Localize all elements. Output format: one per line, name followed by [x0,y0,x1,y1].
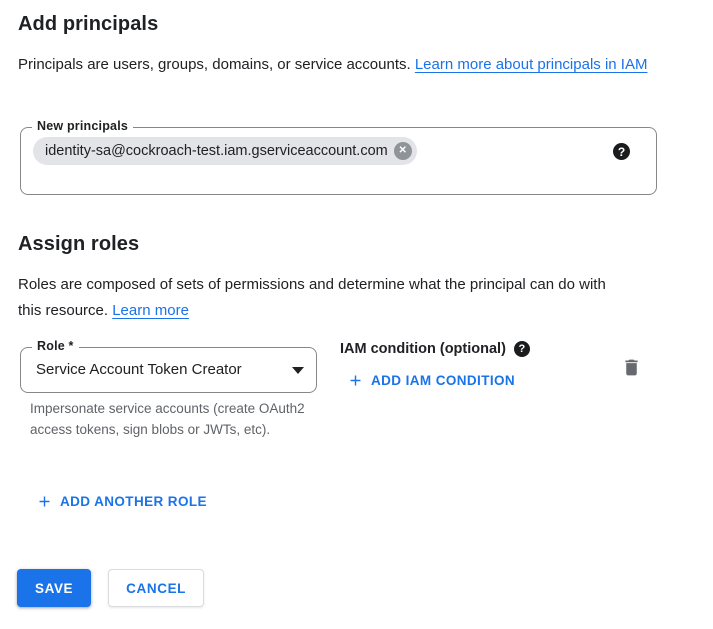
principals-description: Principals are users, groups, domains, o… [18,52,674,78]
role-description: Impersonate service accounts (create OAu… [30,399,322,440]
add-principals-panel: Add principals Principals are users, gro… [0,0,713,629]
roles-description: Roles are composed of sets of permission… [18,272,632,323]
dropdown-arrow-icon [292,367,304,374]
role-select[interactable]: Role * Service Account Token Creator [20,347,317,393]
roles-description-text: Roles are composed of sets of permission… [18,276,606,319]
principals-description-text: Principals are users, groups, domains, o… [18,56,415,73]
add-iam-condition-label: ADD IAM CONDITION [371,373,515,388]
assign-roles-title: Assign roles [18,233,139,256]
add-another-role-label: ADD ANOTHER ROLE [60,494,207,509]
trash-icon [621,357,642,378]
plus-icon [347,372,364,389]
remove-principal-icon[interactable]: ✕ [394,142,412,160]
help-icon[interactable]: ? [514,341,530,357]
role-select-value: Service Account Token Creator [36,348,242,392]
save-button[interactable]: SAVE [17,569,91,607]
new-principals-label: New principals [32,119,133,133]
learn-more-principals-link[interactable]: Learn more about principals in IAM [415,56,648,73]
principal-chip-value: identity-sa@cockroach-test.iam.gservicea… [45,143,388,159]
new-principals-field[interactable]: New principals identity-sa@cockroach-tes… [20,127,657,195]
iam-condition-label: IAM condition (optional) [340,341,506,357]
cancel-button[interactable]: CANCEL [108,569,204,607]
add-iam-condition-button[interactable]: ADD IAM CONDITION [347,372,515,389]
page-title: Add principals [18,13,158,36]
plus-icon [36,493,53,510]
learn-more-roles-link[interactable]: Learn more [112,302,189,319]
help-icon[interactable]: ? [613,143,630,160]
action-buttons: SAVE CANCEL [17,569,204,607]
principal-chip: identity-sa@cockroach-test.iam.gservicea… [33,137,417,165]
delete-role-button[interactable] [619,355,644,380]
add-another-role-button[interactable]: ADD ANOTHER ROLE [36,493,207,510]
iam-condition-header: IAM condition (optional) ? [340,341,530,357]
